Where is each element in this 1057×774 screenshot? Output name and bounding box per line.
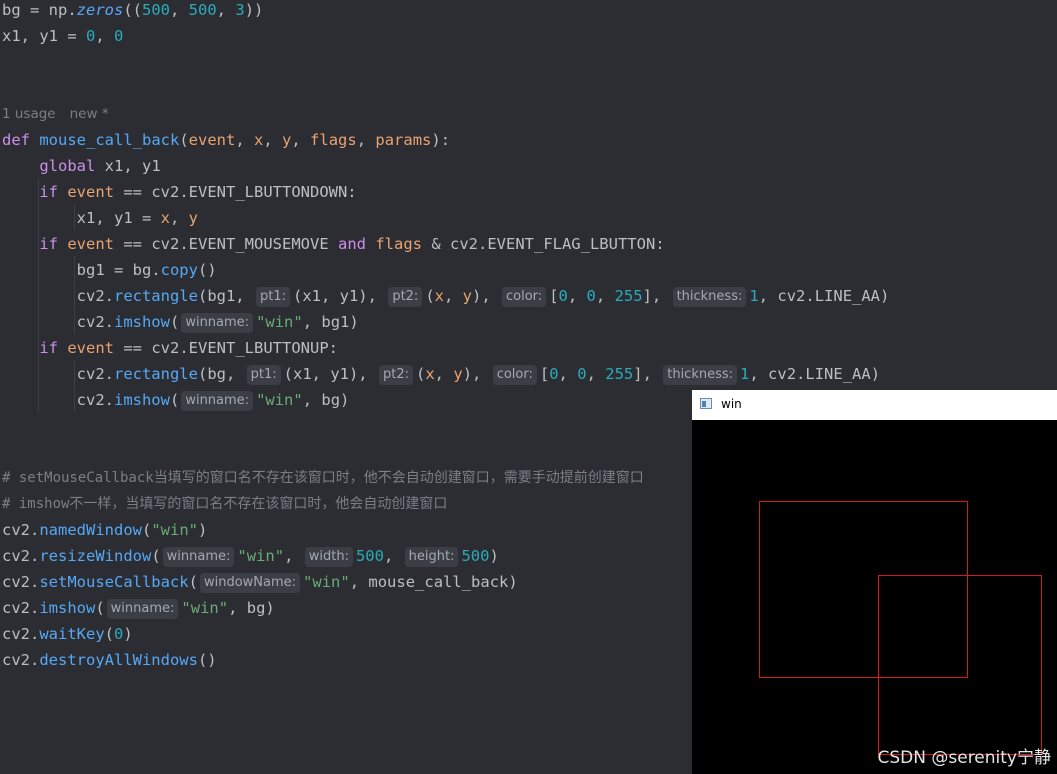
code-line: def mouse_call_back(event, x, y, flags, … — [2, 131, 451, 149]
code-line: global x1, y1 — [39, 157, 161, 175]
param-hint: height: — [404, 547, 459, 567]
param-hint: pt1: — [246, 365, 281, 385]
code-comment: # setMouseCallback当填写的窗口名不存在该窗口时，他不会自动创建… — [2, 470, 644, 486]
param-hint: color: — [492, 365, 537, 385]
param-hint: thickness: — [663, 365, 738, 385]
code-line: cv2.rectangle(bg, pt1: (x1, y1), pt2: (x, … — [2, 365, 881, 385]
code-line: bg = np.zeros((500, 500, 3)) — [2, 1, 264, 19]
code-line: if event == cv2.EVENT_LBUTTONUP: — [39, 339, 338, 357]
code-line: cv2.namedWindow("win") — [2, 521, 208, 539]
param-hint: pt2: — [378, 365, 413, 385]
opencv-window[interactable]: win — [692, 390, 1057, 774]
code-line: bg1 = bg.copy() — [2, 261, 217, 279]
image-canvas[interactable] — [692, 420, 1057, 774]
param-hint: winname: — [106, 599, 179, 619]
code-comment: # imshow不一样，当填写的窗口名不存在该窗口时，他会自动创建窗口 — [2, 496, 448, 512]
code-line: cv2.resizeWindow(winname: "win", width: 50… — [2, 547, 499, 567]
code-line: if event == cv2.EVENT_MOUSEMOVE and flag… — [39, 235, 665, 253]
usage-count[interactable]: 1 usage — [2, 106, 56, 122]
code-line: cv2.rectangle(bg1, pt1: (x1, y1), pt2: (x,… — [2, 287, 890, 307]
param-hint: width: — [304, 547, 353, 567]
param-hint: winname: — [162, 547, 235, 567]
window-app-icon — [700, 398, 712, 409]
param-hint: winname: — [181, 391, 254, 411]
param-hint: winname: — [181, 313, 254, 333]
code-lens[interactable]: 1 usage new * — [2, 101, 123, 127]
param-hint: pt2: — [388, 287, 423, 307]
code-line: if event == cv2.EVENT_LBUTTONDOWN: — [39, 183, 357, 201]
code-line: cv2.waitKey(0) — [2, 625, 133, 643]
code-line: cv2.setMouseCallback(windowName: "win", m… — [2, 573, 518, 593]
drawn-rectangle — [878, 575, 1042, 755]
window-titlebar[interactable]: win — [692, 390, 1057, 420]
code-line: x1, y1 = x, y — [2, 209, 198, 227]
param-hint: windowName: — [199, 573, 301, 593]
code-line: cv2.destroyAllWindows() — [2, 651, 217, 669]
window-title: win — [721, 397, 742, 411]
code-line: x1, y1 = 0, 0 — [2, 27, 124, 45]
param-hint: thickness: — [672, 287, 747, 307]
code-line: cv2.imshow(winname: "win", bg) — [2, 599, 275, 619]
param-hint: color: — [502, 287, 547, 307]
code-line: cv2.imshow(winname: "win", bg) — [2, 391, 350, 411]
vcs-status: new * — [69, 106, 109, 122]
param-hint: pt1: — [255, 287, 290, 307]
code-line: cv2.imshow(winname: "win", bg1) — [2, 313, 359, 333]
watermark: CSDN @serenity宁静 — [877, 748, 1052, 768]
